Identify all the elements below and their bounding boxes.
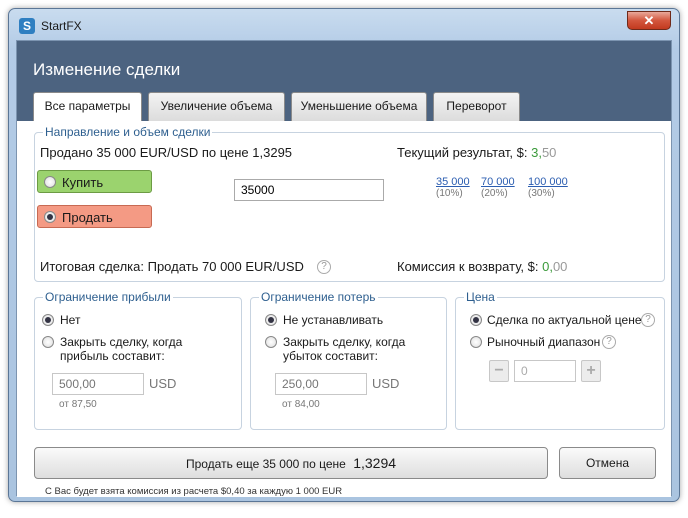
group-legend: Ограничение потерь xyxy=(259,290,378,304)
preset-100000[interactable]: 100 000 (30%) xyxy=(528,176,568,199)
current-result-int: 3, xyxy=(531,145,542,160)
title-bar[interactable]: S StartFX ✕ xyxy=(9,9,679,41)
tab-bar: Все параметры Увеличение объема Уменьшен… xyxy=(17,92,671,122)
app-logo-icon: S xyxy=(19,18,35,34)
stop-loss-close-label: Закрыть сделку, когда xyxy=(283,335,406,349)
dialog-body: Изменение сделки Все параметры Увеличени… xyxy=(16,40,672,497)
submit-price: 1,3294 xyxy=(353,455,397,471)
current-result-label: Текущий результат, $: xyxy=(397,145,528,160)
preset-amount[interactable]: 100 000 xyxy=(528,176,568,188)
range-input[interactable] xyxy=(514,360,576,382)
stop-loss-close-label-2: убыток составит: xyxy=(283,349,379,363)
take-profit-close-label-2: прибыль составит: xyxy=(60,349,165,363)
help-icon[interactable]: ? xyxy=(641,313,655,327)
group-legend: Направление и объем сделки xyxy=(43,125,213,139)
tab-content: Направление и объем сделки Продано 35 00… xyxy=(17,121,671,497)
stop-loss-currency: USD xyxy=(372,376,400,391)
stop-loss-close-radio[interactable] xyxy=(265,336,277,348)
volume-input[interactable] xyxy=(234,179,384,201)
price-market-radio[interactable] xyxy=(470,314,482,326)
preset-amount[interactable]: 70 000 xyxy=(481,176,515,188)
tab-reverse[interactable]: Переворот xyxy=(433,92,520,121)
help-icon[interactable]: ? xyxy=(317,260,331,274)
window-title: StartFX xyxy=(41,19,82,33)
submit-label: Продать еще 35 000 по цене xyxy=(185,457,346,471)
sell-option[interactable]: Продать xyxy=(37,205,152,228)
range-decrement-button[interactable]: − xyxy=(489,360,509,382)
tab-all-parameters[interactable]: Все параметры xyxy=(33,92,142,122)
commission-int: 0, xyxy=(542,259,553,274)
preset-70000[interactable]: 70 000 (20%) xyxy=(481,176,515,199)
cancel-button[interactable]: Отмена xyxy=(559,447,656,479)
price-market-label: Сделка по актуальной цене xyxy=(487,313,642,327)
commission-note: С Вас будет взята комиссия из расчета $0… xyxy=(45,486,343,497)
price-range-radio[interactable] xyxy=(470,336,482,348)
group-legend: Ограничение прибыли xyxy=(43,290,173,304)
tab-decrease-volume[interactable]: Уменьшение объема xyxy=(291,92,427,121)
buy-label: Купить xyxy=(62,175,104,190)
commission-return: Комиссия к возврату, $: 0,00 xyxy=(397,259,567,274)
current-result-frac: 50 xyxy=(541,145,557,160)
tab-increase-volume[interactable]: Увеличение объема xyxy=(148,92,285,121)
take-profit-none-label: Нет xyxy=(60,313,81,327)
stop-loss-none-label: Не устанавливать xyxy=(283,313,384,327)
take-profit-close-label: Закрыть сделку, когда xyxy=(60,335,183,349)
price-range-label: Рыночный диапазон xyxy=(487,335,601,349)
submit-button[interactable]: Продать еще 35 000 по цене 1,3294 xyxy=(34,447,548,479)
preset-pct: (30%) xyxy=(528,188,555,199)
commission-frac: 00 xyxy=(552,259,568,274)
sell-radio[interactable] xyxy=(44,211,56,223)
stop-loss-group: Ограничение потерь Не устанавливать Закр… xyxy=(250,290,447,430)
commission-label: Комиссия к возврату, $: xyxy=(397,259,539,274)
take-profit-none-radio[interactable] xyxy=(42,314,54,326)
stop-loss-hint: от 84,00 xyxy=(282,399,320,410)
current-result: Текущий результат, $: 3,50 xyxy=(397,145,556,160)
take-profit-close-radio[interactable] xyxy=(42,336,54,348)
sell-label: Продать xyxy=(62,210,113,225)
direction-volume-group: Направление и объем сделки Продано 35 00… xyxy=(34,125,665,282)
preset-pct: (20%) xyxy=(481,188,508,199)
dialog-header: Изменение сделки Все параметры Увеличени… xyxy=(17,41,671,122)
total-deal-text: Итоговая сделка: Продать 70 000 EUR/USD xyxy=(40,259,304,274)
preset-35000[interactable]: 35 000 (10%) xyxy=(436,176,470,199)
buy-radio[interactable] xyxy=(44,176,56,188)
page-title: Изменение сделки xyxy=(33,60,181,79)
take-profit-currency: USD xyxy=(149,376,177,391)
close-button[interactable]: ✕ xyxy=(627,11,671,30)
take-profit-input[interactable] xyxy=(52,373,144,395)
buy-option[interactable]: Купить xyxy=(37,170,152,193)
range-increment-button[interactable]: + xyxy=(581,360,601,382)
stop-loss-input[interactable] xyxy=(275,373,367,395)
app-window: S StartFX ✕ Изменение сделки Все парамет… xyxy=(8,8,680,502)
help-icon[interactable]: ? xyxy=(602,335,616,349)
preset-amount[interactable]: 35 000 xyxy=(436,176,470,188)
take-profit-group: Ограничение прибыли Нет Закрыть сделку, … xyxy=(34,290,242,430)
group-legend: Цена xyxy=(464,290,497,304)
price-group: Цена Сделка по актуальной цене ? Рыночны… xyxy=(455,290,665,430)
stop-loss-none-radio[interactable] xyxy=(265,314,277,326)
preset-pct: (10%) xyxy=(436,188,463,199)
sold-text: Продано 35 000 EUR/USD по цене 1,3295 xyxy=(40,145,293,160)
take-profit-hint: от 87,50 xyxy=(59,399,97,410)
